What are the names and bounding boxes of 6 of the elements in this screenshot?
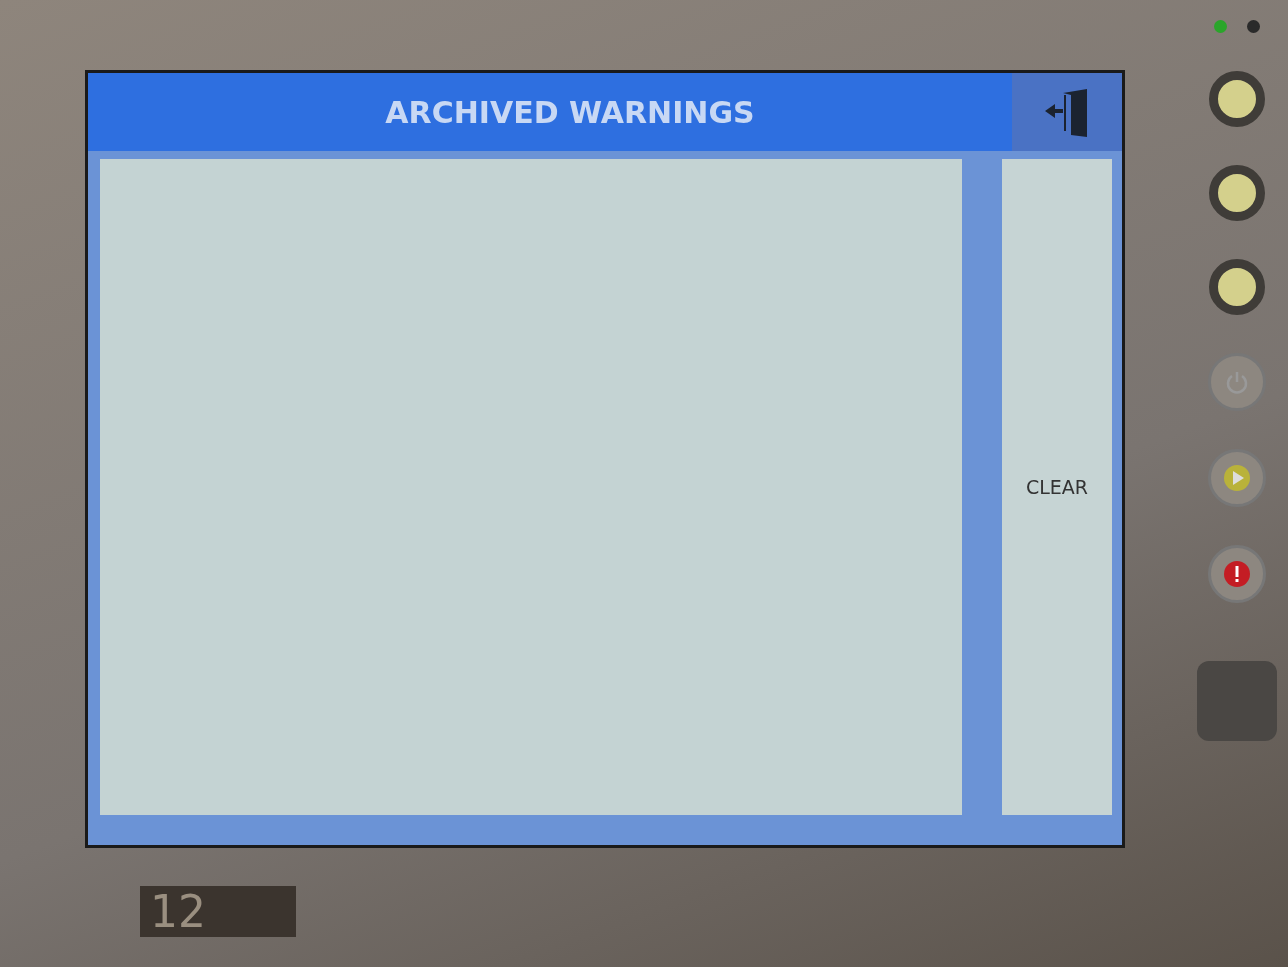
exit-button[interactable]	[1012, 73, 1122, 151]
play-icon	[1221, 463, 1252, 493]
screen-title: ARCHIVED WARNINGS	[384, 93, 756, 132]
model-label: 12	[140, 886, 296, 937]
exclamation-icon	[1221, 559, 1252, 589]
clear-button[interactable]: CLEAR	[1002, 159, 1112, 815]
